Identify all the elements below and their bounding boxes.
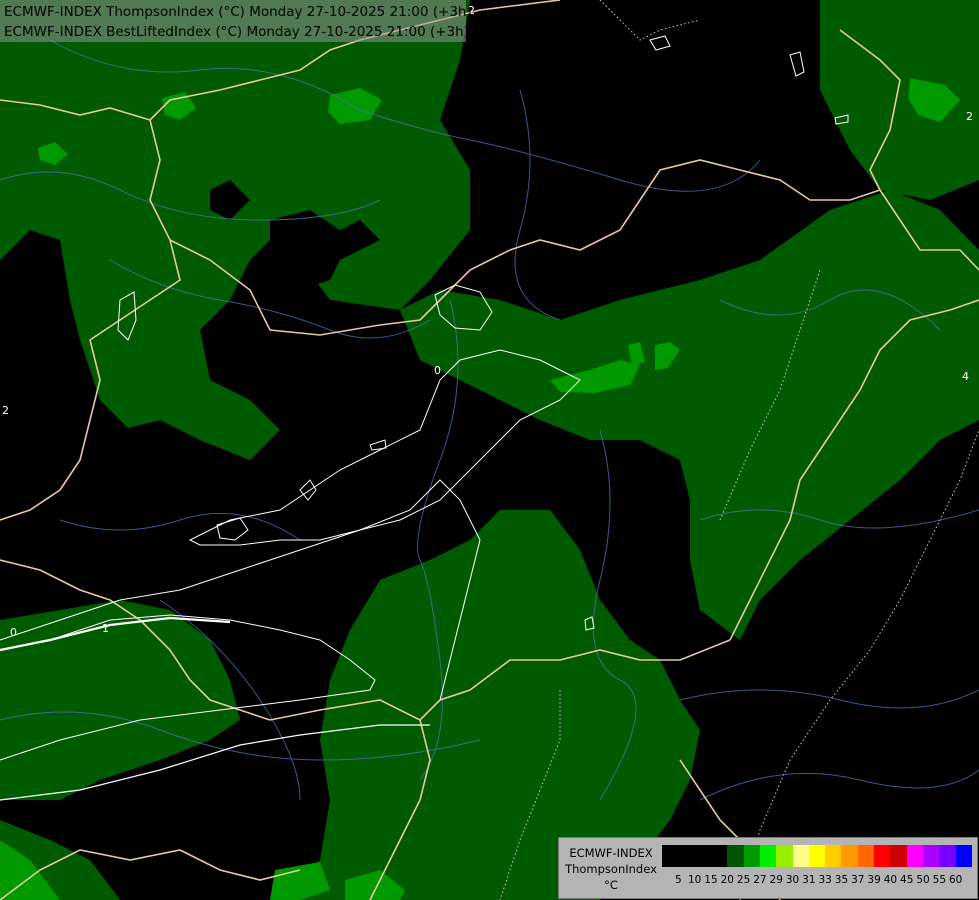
legend-swatch (678, 845, 695, 867)
legend-swatch (825, 845, 842, 867)
legend-swatch (727, 845, 744, 867)
legend-swatch (890, 845, 907, 867)
legend-swatch (857, 845, 875, 867)
legend-swatch (906, 845, 923, 867)
contour-label-northeast: 2 (966, 110, 973, 123)
legend-swatch (792, 845, 809, 867)
legend-swatch (939, 845, 956, 867)
legend-swatch (776, 845, 793, 867)
contour-label-east: 4 (962, 370, 969, 383)
legend-swatch (955, 845, 972, 867)
legend-unit: °C (604, 878, 618, 892)
legend-variable: ThompsonIndex (565, 862, 657, 876)
contour-label-west-0: 0 (10, 626, 17, 639)
map-title-box: ECMWF-INDEX ThompsonIndex (°C) Monday 27… (0, 0, 472, 42)
legend-swatch (874, 845, 891, 867)
contour-label-west-2: 2 (2, 404, 9, 417)
legend-tick-label: 60 (948, 874, 963, 886)
contour-label-center: 0 (434, 364, 441, 377)
contour-label-west-1: 1 (102, 622, 109, 635)
legend-swatch (743, 845, 760, 867)
legend-swatch (694, 845, 711, 867)
legend-swatch (710, 845, 728, 867)
legend-swatch (808, 845, 826, 867)
map-title-line-2: ECMWF-INDEX BestLiftedIndex (°C) Monday … (4, 24, 469, 40)
map-title-line-1: ECMWF-INDEX ThompsonIndex (°C) Monday 27… (4, 4, 472, 20)
legend-swatch (923, 845, 940, 867)
legend-swatch (759, 845, 777, 867)
legend-model: ECMWF-INDEX (569, 846, 653, 860)
legend-ticks: 5 10 15 20 25 27 29 30 31 33 35 37 39 40 45 50 55 60 (662, 874, 972, 888)
color-legend: ECMWF-INDEX ThompsonIndex °C 5 10 15 20 25 27… (558, 837, 978, 899)
legend-swatch (841, 845, 858, 867)
map-canvas: 2 2 0 4 0 1 2 (0, 0, 979, 900)
legend-swatch (662, 845, 679, 867)
legend-swatches (662, 845, 972, 867)
weather-map: 2 2 0 4 0 1 2 ECMWF-INDEX ThompsonIndex … (0, 0, 979, 900)
